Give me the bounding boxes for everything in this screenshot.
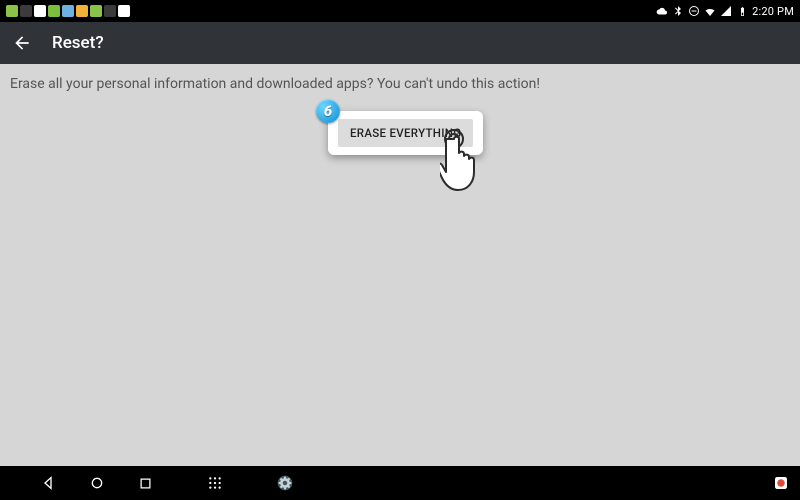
status-app-icon — [76, 5, 88, 17]
warning-text: Erase all your personal information and … — [0, 64, 800, 92]
status-app-icon — [20, 5, 32, 17]
status-bar-right: 2:20 PM — [656, 5, 794, 18]
nav-back-button[interactable] — [40, 474, 58, 492]
status-clock: 2:20 PM — [752, 5, 794, 18]
status-app-icon — [90, 5, 102, 17]
highlight-frame: ERASE EVERYTHING 6 — [328, 111, 483, 155]
bluetooth-icon — [672, 5, 684, 17]
action-bar: Reset? — [0, 22, 800, 64]
status-app-icon — [104, 5, 116, 17]
erase-button-callout: ERASE EVERYTHING 6 — [328, 111, 483, 155]
wifi-icon — [704, 5, 716, 17]
status-app-icon — [62, 5, 74, 17]
status-app-icon — [6, 5, 18, 17]
battery-icon — [736, 5, 748, 17]
status-app-icon — [48, 5, 60, 17]
back-button[interactable] — [12, 33, 32, 53]
erase-everything-button[interactable]: ERASE EVERYTHING — [338, 119, 473, 147]
nav-apps-button[interactable] — [206, 474, 224, 492]
nav-recent-button[interactable] — [136, 474, 154, 492]
status-app-icon — [118, 5, 130, 17]
status-bar: 2:20 PM — [0, 0, 800, 22]
signal-icon — [720, 5, 732, 17]
nav-notification-icon[interactable] — [772, 474, 790, 492]
status-bar-left — [6, 5, 130, 17]
nav-settings-icon[interactable] — [274, 472, 296, 494]
step-number: 6 — [324, 102, 332, 120]
do-not-disturb-icon — [688, 5, 700, 17]
cloud-icon — [656, 5, 668, 17]
navigation-bar — [0, 466, 800, 500]
screen: 2:20 PM Reset? Erase all your personal i… — [0, 0, 800, 500]
status-app-icon — [34, 5, 46, 17]
nav-home-button[interactable] — [88, 474, 106, 492]
content-area: Erase all your personal information and … — [0, 64, 800, 466]
nav-group — [40, 472, 296, 494]
page-title: Reset? — [52, 33, 104, 53]
step-badge: 6 — [316, 99, 340, 123]
